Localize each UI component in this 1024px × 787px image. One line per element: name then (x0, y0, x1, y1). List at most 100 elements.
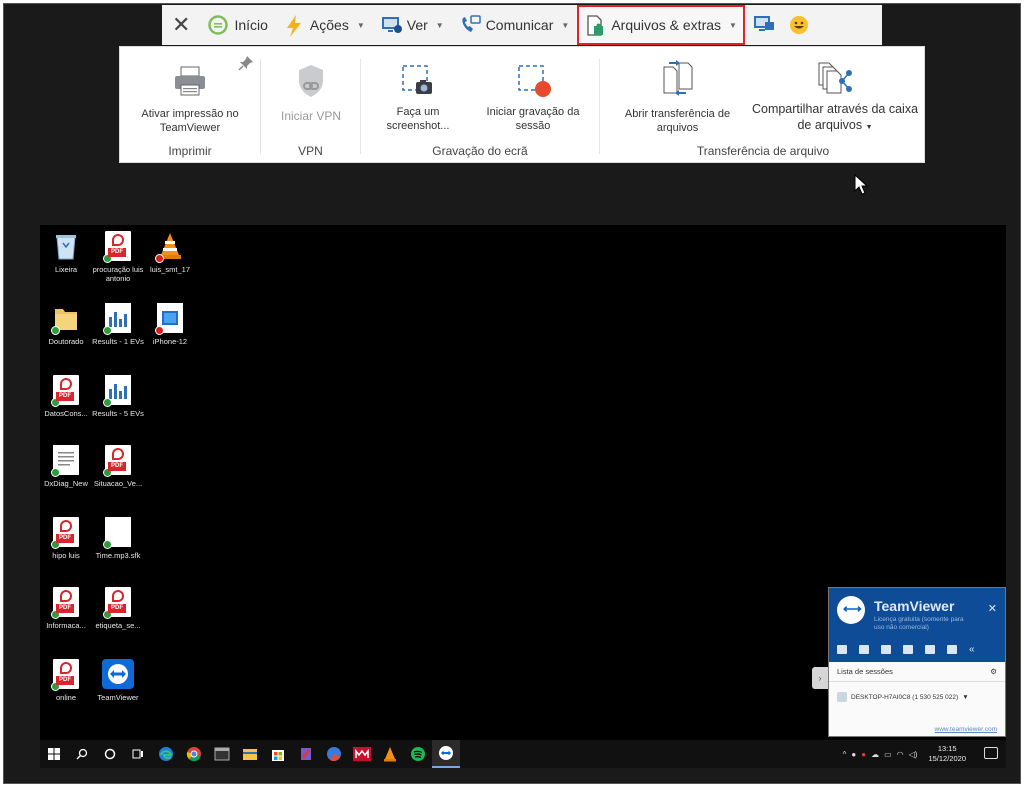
close-icon[interactable]: ✕ (988, 602, 997, 615)
search-icon[interactable] (68, 740, 96, 768)
home-icon (208, 15, 229, 35)
chevron-up-icon[interactable]: ^ (843, 750, 847, 759)
app-icon[interactable] (292, 740, 320, 768)
mendeley-icon[interactable] (348, 740, 376, 768)
pdf-icon (51, 587, 79, 619)
desktop-icon-label: hipo luis (52, 551, 80, 560)
desktop-icon[interactable]: etiqueta_se... (90, 587, 146, 630)
chat-icon[interactable] (881, 645, 891, 654)
tv-panel-expand-tab[interactable]: › (812, 667, 828, 689)
record-icon (513, 63, 553, 99)
chevron-down-icon[interactable]: ▼ (962, 694, 968, 701)
group-gravacao-title: Gravação do ecrã (432, 144, 528, 158)
headset-icon[interactable] (859, 645, 869, 654)
camera-screenshot-icon (400, 63, 436, 99)
desktop-icon[interactable]: Lixeira (38, 231, 94, 274)
whiteboard-icon[interactable] (925, 645, 935, 654)
activate-printing-button[interactable]: Ativar impressão no TeamViewer (135, 55, 245, 135)
tab-acoes[interactable]: Ações ▼ (276, 5, 373, 45)
feedback-smiley-button[interactable] (781, 5, 817, 45)
take-screenshot-button[interactable]: Faça um screenshot... (373, 55, 463, 133)
store-icon[interactable] (264, 740, 292, 768)
tab-inicio[interactable]: Início (200, 5, 275, 45)
teamviewer-website-link[interactable]: www.teamviewer.com (935, 726, 998, 733)
group-vpn: Iniciar VPN VPN (261, 47, 360, 164)
activate-printing-label: Ativar impressão no TeamViewer (141, 108, 239, 134)
windows-taskbar: ^ ● ● ☁ ▭ ◠ ◁) 13:15 15/12/2020 (40, 740, 1006, 768)
desktop-icon[interactable]: online (38, 659, 94, 702)
tv-panel-brand: TeamViewer (874, 598, 955, 614)
file-explorer-icon[interactable] (236, 740, 264, 768)
notifications-icon[interactable] (984, 747, 998, 759)
desktop-icon[interactable]: Doutorado (38, 303, 94, 346)
tab-ver[interactable]: Ver ▼ (373, 5, 452, 45)
wifi-icon[interactable]: ◠ (897, 750, 904, 759)
tab-arquivos-extras[interactable]: Arquivos & extras ▼ (577, 5, 745, 45)
browser-app-icon[interactable] (320, 740, 348, 768)
monitor-icon (753, 15, 774, 35)
desktop-icon[interactable]: Informaca... (38, 587, 94, 630)
desktop-icon[interactable]: iPhone-12 (142, 303, 198, 346)
desktop-icon[interactable]: DxDiag_New (38, 445, 94, 488)
group-transferencia-title: Transferência de arquivo (696, 144, 830, 158)
terminal-icon[interactable] (208, 740, 236, 768)
start-recording-button[interactable]: Iniciar gravação da sessão (479, 55, 587, 133)
printer-icon (172, 65, 208, 97)
collapse-icon[interactable]: « (969, 645, 979, 655)
lightning-icon (284, 15, 304, 37)
folder-icon (51, 303, 79, 335)
close-session-button[interactable]: ✕ (162, 5, 200, 45)
volume-icon[interactable]: ◁) (909, 750, 918, 759)
image-file-icon (155, 303, 183, 335)
chrome-icon[interactable] (180, 740, 208, 768)
tab-comunicar-label: Comunicar (485, 17, 554, 33)
security-icon[interactable]: ● (851, 750, 856, 759)
gear-icon[interactable]: ⚙ (990, 667, 997, 676)
desktop-icon-label: Results - 1 EVs (92, 337, 144, 346)
chart-file-icon (103, 375, 131, 407)
desktop-icon[interactable]: TeamViewer (90, 659, 146, 702)
vlc-icon[interactable] (376, 740, 404, 768)
desktop-icon[interactable]: procuração luis antonio (90, 231, 146, 283)
start-button[interactable] (40, 740, 68, 768)
pdf-icon (103, 587, 131, 619)
video-icon[interactable] (837, 645, 847, 654)
open-file-transfer-button[interactable]: Abrir transferência de arquivos (620, 55, 735, 135)
cortana-icon[interactable] (96, 740, 124, 768)
teamviewer-taskbar-icon[interactable] (432, 740, 460, 768)
tab-inicio-label: Início (234, 17, 268, 33)
pen-icon[interactable] (947, 645, 957, 654)
spotify-icon[interactable] (404, 740, 432, 768)
edge-icon[interactable] (152, 740, 180, 768)
tv-panel-subtitle: Licença gratuita (somente para uso não c… (874, 616, 964, 631)
tv-session-row[interactable]: DESKTOP-H7AI0C8 (1 530 525 022) ▼ (829, 682, 1005, 712)
start-vpn-button[interactable]: Iniciar VPN (269, 55, 353, 123)
pdf-icon (51, 659, 79, 691)
share-file-box-text: Compartilhar através da caixa de arquivo… (751, 102, 919, 132)
tv-session-list-header[interactable]: Lista de sessões ⚙ (829, 662, 1005, 682)
desktop-icon-label: Doutorado (48, 337, 84, 346)
desktop-icon[interactable]: hipo luis (38, 517, 94, 560)
desktop-icon[interactable]: Results - 1 EVs (90, 303, 146, 346)
desktop-icon[interactable]: DatosCons... (38, 375, 94, 418)
taskbar-clock[interactable]: 13:15 15/12/2020 (928, 744, 966, 764)
chart-file-icon (103, 303, 131, 335)
onedrive-icon[interactable]: ☁ (871, 750, 879, 759)
teamviewer-logo-icon (837, 596, 865, 624)
text-file-icon (51, 445, 79, 477)
desktop-icon[interactable]: Situacao_Ve... (90, 445, 146, 488)
desktop-icon[interactable]: Results - 5 EVs (90, 375, 146, 418)
desktop-icon-label: iPhone-12 (152, 337, 188, 346)
antivirus-icon[interactable]: ● (861, 750, 866, 759)
teamviewer-toolbar: ✕ Início Ações ▼ Ver ▼ Comunicar ▼ Arqui… (162, 5, 882, 45)
share-file-box-button[interactable]: Compartilhar através da caixa de arquivo… (750, 55, 920, 136)
pin-icon[interactable] (238, 55, 254, 76)
tab-comunicar[interactable]: Comunicar ▼ (452, 5, 578, 45)
chevron-right-icon: › (818, 673, 822, 683)
desktop-icon[interactable]: Time.mp3.sfk (90, 517, 146, 560)
task-view-icon[interactable] (124, 740, 152, 768)
desktop-icon[interactable]: luis_smt_17 (142, 231, 198, 274)
remote-monitor-button[interactable] (745, 5, 781, 45)
battery-icon[interactable]: ▭ (884, 750, 892, 759)
files-icon[interactable] (903, 645, 913, 654)
